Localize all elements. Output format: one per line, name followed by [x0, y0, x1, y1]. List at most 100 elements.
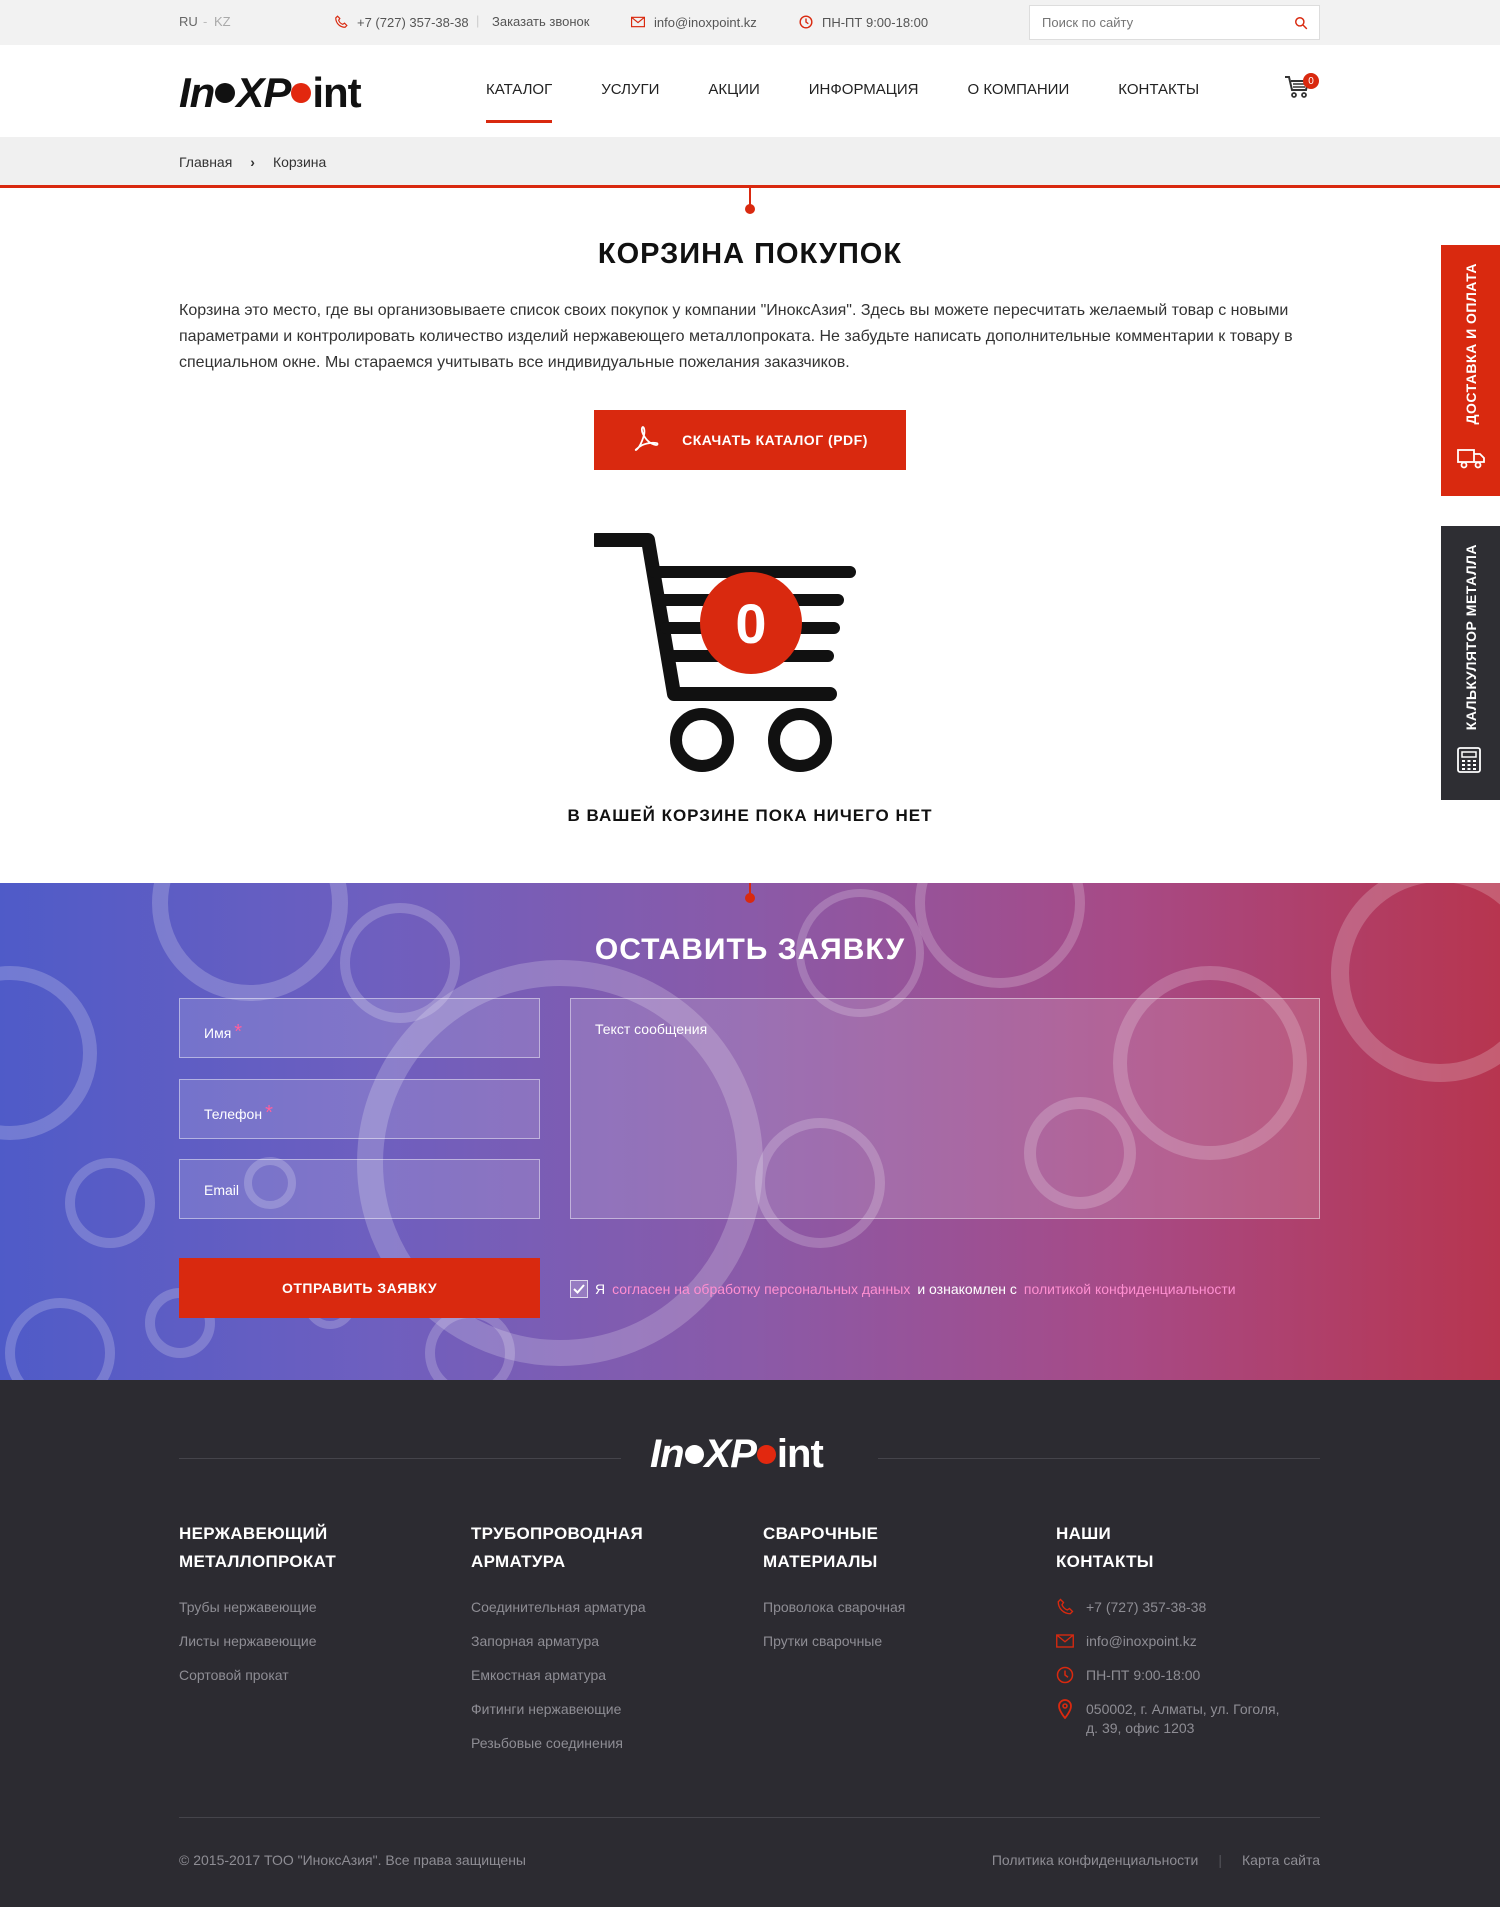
breadcrumb-separator: › [250, 154, 255, 170]
logo-part: In [650, 1432, 685, 1476]
footer-link[interactable]: Прутки сварочные [763, 1632, 993, 1651]
download-catalog-label: СКАЧАТЬ КАТАЛОГ (PDF) [682, 432, 868, 448]
footer-email[interactable]: info@inoxpoint.kz [1056, 1632, 1320, 1651]
divider: | [476, 13, 480, 28]
footer-link[interactable]: Емкостная арматура [471, 1666, 701, 1685]
footer-col-metal: НЕРЖАВЕЮЩИЙ МЕТАЛЛОПРОКАТ Трубы нержавеющ… [179, 1520, 409, 1700]
breadcrumb-home[interactable]: Главная [179, 154, 232, 170]
topbar-email[interactable]: info@inoxpoint.kz [630, 14, 757, 30]
phone-field[interactable]: Телефон * [179, 1079, 540, 1139]
logo-part: In [179, 69, 215, 116]
site-logo[interactable]: In XP int [179, 69, 362, 117]
consent-text: и ознакомлен с [917, 1281, 1017, 1297]
main-nav: КАТАЛОГ УСЛУГИ АКЦИИ ИНФОРМАЦИЯ О КОМПАН… [486, 81, 1248, 123]
privacy-link[interactable]: Политика конфиденциальности [992, 1852, 1199, 1868]
lang-ru-link[interactable]: RU [179, 14, 198, 29]
personal-data-link[interactable]: согласен на обработку персональных данны… [612, 1281, 910, 1297]
footer-logo[interactable]: In XP int [650, 1432, 824, 1477]
topbar-email-text: info@inoxpoint.kz [654, 14, 757, 30]
privacy-policy-link[interactable]: политикой конфиденциальности [1024, 1281, 1236, 1297]
topbar-phone[interactable]: +7 (727) 357-38-38 [333, 14, 469, 30]
check-icon [573, 1284, 585, 1294]
lang-kz-link[interactable]: KZ [214, 14, 231, 29]
logo-part: int [312, 69, 361, 116]
header-cart[interactable]: 0 [1284, 73, 1319, 105]
phone-icon [333, 14, 349, 30]
nav-about[interactable]: О КОМПАНИИ [968, 81, 1070, 98]
metal-calculator-tab[interactable]: КАЛЬКУЛЯТОР МЕТАЛЛА [1441, 526, 1500, 800]
name-placeholder: Имя [204, 1025, 232, 1041]
submit-request-button[interactable]: ОТПРАВИТЬ ЗАЯВКУ [179, 1258, 540, 1318]
nav-contacts[interactable]: КОНТАКТЫ [1118, 81, 1199, 98]
footer-link[interactable]: Проволока сварочная [763, 1598, 993, 1617]
logo-part: int [776, 1432, 824, 1476]
footer-address: 050002, г. Алматы, ул. Гоголя, д. 39, офи… [1056, 1699, 1320, 1738]
footer-link[interactable]: Фитинги нержавеющие [471, 1700, 701, 1719]
clock-icon [798, 14, 814, 30]
footer-address-text: 050002, г. Алматы, ул. Гоголя, д. 39, офи… [1086, 1700, 1280, 1738]
footer-hours: ПН-ПТ 9:00-18:00 [1056, 1666, 1320, 1685]
footer-hours-text: ПН-ПТ 9:00-18:00 [1086, 1667, 1201, 1683]
title-line: КОНТАКТЫ [1056, 1552, 1154, 1571]
footer-link[interactable]: Сортовой прокат [179, 1666, 409, 1685]
request-form-section: ОСТАВИТЬ ЗАЯВКУ Имя * Телефон * Email Текс… [0, 883, 1500, 1380]
nav-catalog[interactable]: КАТАЛОГ [486, 81, 553, 123]
logo-part: XP [236, 69, 291, 116]
logo-dot [215, 83, 236, 103]
footer-col-welding: СВАРОЧНЫЕ МАТЕРИАЛЫ Проволока сварочная П… [763, 1520, 993, 1666]
calculator-tab-label: КАЛЬКУЛЯТОР МЕТАЛЛА [1462, 544, 1479, 731]
search-input[interactable] [1030, 6, 1283, 39]
phone-placeholder: Телефон [204, 1106, 263, 1122]
logo-dot [756, 1445, 776, 1464]
consent-text: Я [595, 1281, 606, 1297]
page-title: КОРЗИНА ПОКУПОК [597, 238, 903, 270]
message-field[interactable]: Текст сообщения [570, 998, 1320, 1219]
nav-promo[interactable]: АКЦИИ [708, 81, 759, 98]
logo-part: XP [704, 1432, 757, 1476]
footer-link[interactable]: Резьбовые соединения [471, 1734, 701, 1753]
map-pin-icon [1056, 1699, 1074, 1719]
footer-link[interactable]: Листы нержавеющие [179, 1632, 409, 1651]
message-placeholder: Текст сообщения [595, 1021, 708, 1037]
name-field[interactable]: Имя * [179, 998, 540, 1058]
empty-cart-message: В ВАШЕЙ КОРЗИНЕ ПОКА НИЧЕГО НЕТ [567, 806, 933, 825]
title-line: НАШИ [1056, 1524, 1112, 1543]
download-catalog-button[interactable]: СКАЧАТЬ КАТАЛОГ (PDF) [594, 410, 906, 470]
email-placeholder: Email [204, 1182, 240, 1198]
footer-col-title: НАШИ КОНТАКТЫ [1056, 1520, 1320, 1576]
cart-count-badge: 0 [1303, 73, 1319, 89]
nav-services[interactable]: УСЛУГИ [601, 81, 659, 98]
nav-info[interactable]: ИНФОРМАЦИЯ [809, 81, 919, 98]
delivery-payment-tab[interactable]: ДОСТАВКА И ОПЛАТА [1441, 245, 1500, 496]
top-bar: RU - KZ +7 (727) 357-38-38 | Заказать зв… [0, 0, 1500, 45]
title-line: АРМАТУРА [471, 1552, 566, 1571]
copyright: © 2015-2017 ТОО "ИноксАзия". Все права з… [179, 1852, 526, 1868]
form-title: ОСТАВИТЬ ЗАЯВКУ [594, 933, 906, 966]
topbar-hours: ПН-ПТ 9:00-18:00 [798, 14, 928, 30]
title-line: НЕРЖАВЕЮЩИЙ [179, 1524, 328, 1543]
topbar-phone-text: +7 (727) 357-38-38 [357, 14, 469, 30]
logo-dot [684, 1445, 704, 1464]
truck-icon [1457, 447, 1485, 474]
title-line: СВАРОЧНЫЕ [763, 1524, 879, 1543]
cart-icon [1284, 76, 1310, 103]
email-field[interactable]: Email [179, 1159, 540, 1219]
footer-link[interactable]: Соединительная арматура [471, 1598, 701, 1617]
address-line: д. 39, офис 1203 [1086, 1720, 1195, 1736]
search-box [1029, 5, 1320, 40]
section-pin [745, 188, 755, 214]
clock-icon [1056, 1666, 1074, 1684]
consent-checkbox[interactable] [570, 1280, 588, 1298]
search-icon[interactable] [1283, 6, 1319, 39]
logo-dot [291, 83, 312, 103]
footer-col-title: ТРУБОПРОВОДНАЯ АРМАТУРА [471, 1520, 701, 1576]
mail-icon [1056, 1633, 1074, 1649]
breadcrumb-current: Корзина [272, 154, 327, 170]
section-pin [745, 883, 755, 903]
title-line: МЕТАЛЛОПРОКАТ [179, 1552, 337, 1571]
footer-link[interactable]: Запорная арматура [471, 1632, 701, 1651]
footer-link[interactable]: Трубы нержавеющие [179, 1598, 409, 1617]
footer-phone[interactable]: +7 (727) 357-38-38 [1056, 1598, 1320, 1617]
sitemap-link[interactable]: Карта сайта [1242, 1852, 1320, 1868]
callback-link[interactable]: Заказать звонок [492, 14, 589, 29]
